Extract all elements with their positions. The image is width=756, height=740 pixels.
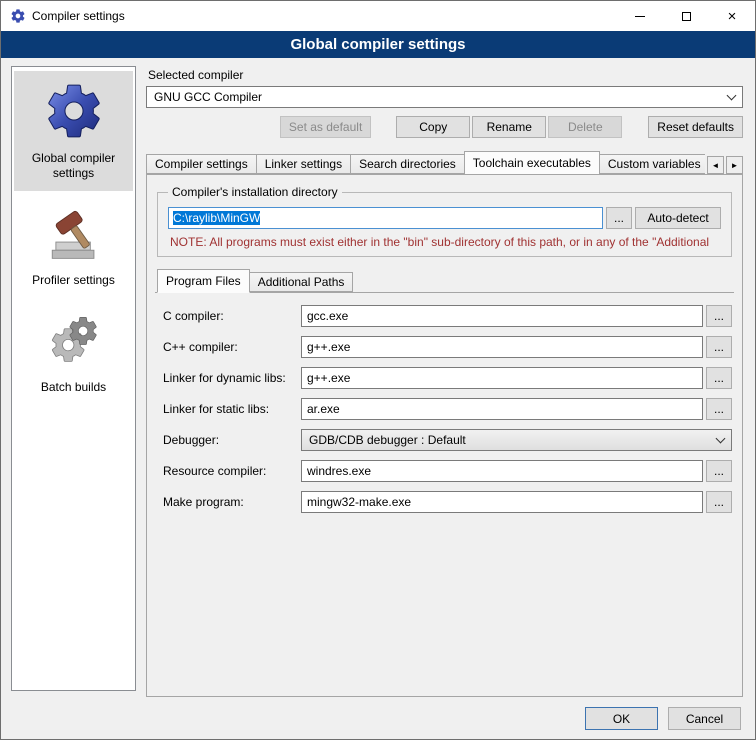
installation-directory-value: C:\raylib\MinGW (173, 211, 260, 225)
copy-button[interactable]: Copy (396, 116, 470, 138)
resource-compiler-label: Resource compiler: (163, 464, 301, 478)
resource-compiler-input[interactable] (301, 460, 703, 482)
gray-gears-icon (17, 308, 130, 372)
maximize-button[interactable] (663, 1, 709, 31)
dynamic-linker-label: Linker for dynamic libs: (163, 371, 301, 385)
blue-gear-icon (17, 79, 130, 143)
close-icon: × (728, 9, 737, 24)
delete-button[interactable]: Delete (548, 116, 622, 138)
make-program-browse-button[interactable]: ... (706, 491, 732, 513)
minimize-icon (635, 16, 645, 17)
form-row-dynamic-linker: Linker for dynamic libs: ... (163, 367, 732, 389)
maximize-icon (682, 12, 691, 21)
sidebar-item-label: Profiler settings (17, 273, 130, 288)
window-title: Compiler settings (32, 9, 125, 23)
installation-directory-note: NOTE: All programs must exist either in … (170, 235, 719, 249)
cancel-button[interactable]: Cancel (668, 707, 741, 730)
debugger-value: GDB/CDB debugger : Default (309, 433, 717, 447)
debugger-label: Debugger: (163, 433, 301, 447)
static-linker-label: Linker for static libs: (163, 402, 301, 416)
form-row-debugger: Debugger: GDB/CDB debugger : Default (163, 429, 732, 451)
dialog-banner: Global compiler settings (1, 31, 755, 58)
dynamic-linker-input[interactable] (301, 367, 703, 389)
titlebar: Compiler settings × (1, 1, 755, 31)
set-as-default-button[interactable]: Set as default (280, 116, 371, 138)
tabs-strip: Compiler settings Linker settings Search… (146, 151, 705, 174)
selected-compiler-dropdown[interactable]: GNU GCC Compiler (146, 86, 743, 108)
rename-button[interactable]: Rename (472, 116, 546, 138)
reset-defaults-button[interactable]: Reset defaults (648, 116, 743, 138)
make-program-label: Make program: (163, 495, 301, 509)
tab-search-directories[interactable]: Search directories (350, 154, 465, 174)
installation-directory-input[interactable]: C:\raylib\MinGW (168, 207, 603, 229)
tab-additional-paths[interactable]: Additional Paths (249, 272, 354, 292)
close-button[interactable]: × (709, 1, 755, 31)
chevron-down-icon (716, 433, 726, 443)
cpp-compiler-label: C++ compiler: (163, 340, 301, 354)
installation-directory-groupbox: Compiler's installation directory C:\ray… (157, 185, 732, 257)
c-compiler-input[interactable] (301, 305, 703, 327)
tab-custom-variables[interactable]: Custom variables (599, 154, 705, 174)
tab-program-files[interactable]: Program Files (157, 269, 250, 293)
toolchain-executables-panel: Compiler's installation directory C:\ray… (146, 174, 743, 697)
tab-linker-settings[interactable]: Linker settings (256, 154, 351, 174)
static-linker-input[interactable] (301, 398, 703, 420)
selected-compiler-value: GNU GCC Compiler (154, 90, 728, 104)
ok-button[interactable]: OK (585, 707, 658, 730)
installation-directory-legend: Compiler's installation directory (168, 185, 342, 199)
form-row-resource-compiler: Resource compiler: ... (163, 460, 732, 482)
installation-directory-browse-button[interactable]: ... (606, 207, 632, 229)
sidebar-item-label: Global compiler settings (17, 151, 130, 181)
resource-compiler-browse-button[interactable]: ... (706, 460, 732, 482)
form-row-c-compiler: C compiler: ... (163, 305, 732, 327)
dynamic-linker-browse-button[interactable]: ... (706, 367, 732, 389)
chevron-down-icon (727, 90, 737, 100)
compiler-settings-dialog: Compiler settings × Global compiler sett… (0, 0, 756, 740)
settings-tabbar: Compiler settings Linker settings Search… (146, 151, 743, 174)
c-compiler-label: C compiler: (163, 309, 301, 323)
c-compiler-browse-button[interactable]: ... (706, 305, 732, 327)
auto-detect-button[interactable]: Auto-detect (635, 207, 721, 229)
form-row-static-linker: Linker for static libs: ... (163, 398, 732, 420)
hammer-icon (17, 201, 130, 265)
tab-compiler-settings[interactable]: Compiler settings (146, 154, 257, 174)
program-files-form: C compiler: ... C++ compiler: ... (155, 293, 734, 522)
app-icon (10, 8, 26, 24)
minimize-button[interactable] (617, 1, 663, 31)
cpp-compiler-browse-button[interactable]: ... (706, 336, 732, 358)
sidebar-item-profiler-settings[interactable]: Profiler settings (14, 193, 133, 298)
cpp-compiler-input[interactable] (301, 336, 703, 358)
sidebar-item-batch-builds[interactable]: Batch builds (14, 300, 133, 405)
debugger-dropdown[interactable]: GDB/CDB debugger : Default (301, 429, 732, 451)
tab-scroll-left-button[interactable]: ◄ (707, 156, 724, 174)
program-files-tabbar: Program Files Additional Paths (155, 269, 734, 293)
form-row-cpp-compiler: C++ compiler: ... (163, 336, 732, 358)
tab-scroll-right-button[interactable]: ► (726, 156, 743, 174)
static-linker-browse-button[interactable]: ... (706, 398, 732, 420)
sidebar-item-label: Batch builds (17, 380, 130, 395)
settings-category-list: Global compiler settings Profiler settin… (11, 66, 136, 691)
tab-toolchain-executables[interactable]: Toolchain executables (464, 151, 600, 174)
dialog-footer: OK Cancel (1, 697, 755, 739)
form-row-make-program: Make program: ... (163, 491, 732, 513)
selected-compiler-label: Selected compiler (148, 68, 743, 82)
sidebar-item-global-compiler-settings[interactable]: Global compiler settings (14, 71, 133, 191)
make-program-input[interactable] (301, 491, 703, 513)
